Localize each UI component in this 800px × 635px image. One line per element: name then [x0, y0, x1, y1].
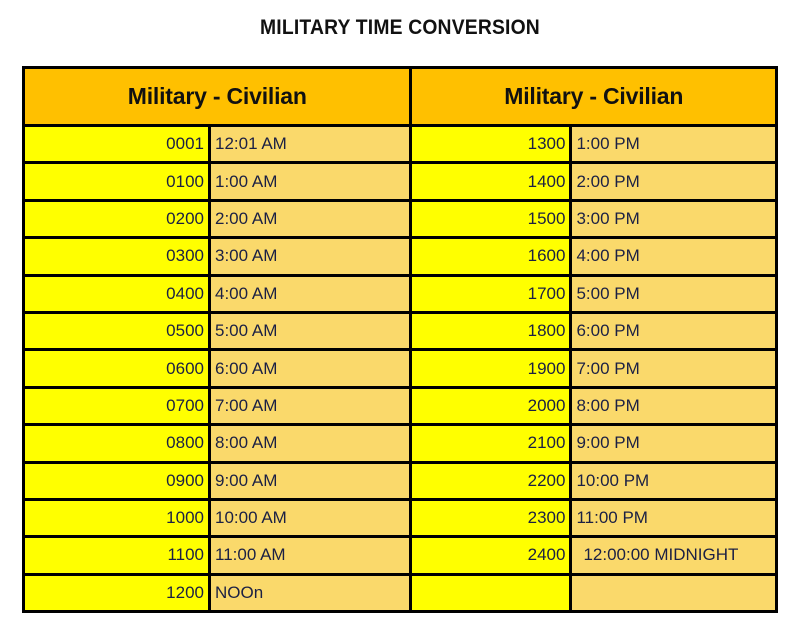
military-time-cell: 1200	[25, 575, 211, 611]
civilian-time-cell: 3:00 AM	[211, 239, 410, 274]
table-row: 2400 12:00:00 MIDNIGHT	[412, 538, 775, 576]
table-row: 1700 5:00 PM	[412, 276, 775, 314]
table-row: 2300 11:00 PM	[412, 500, 775, 539]
table-row: 0700 7:00 AM	[25, 388, 410, 427]
table-row: 0400 4:00 AM	[25, 276, 410, 314]
civilian-time-cell: 11:00 AM	[211, 538, 410, 573]
military-time-cell: 0500	[25, 313, 211, 349]
military-time-cell: 1400	[412, 164, 573, 199]
table-row: 1800 6:00 PM	[412, 313, 775, 352]
civilian-time-cell: 5:00 PM	[572, 276, 775, 311]
military-time-cell: 1600	[412, 239, 573, 274]
civilian-time-cell: 7:00 PM	[572, 351, 775, 386]
military-time-cell: 1300	[412, 127, 573, 162]
military-time-cell: 1700	[412, 276, 573, 311]
civilian-time-cell: 1:00 AM	[211, 164, 410, 199]
table-row: 0600 6:00 AM	[25, 351, 410, 389]
civilian-time-cell: 9:00 PM	[572, 426, 775, 461]
civilian-time-cell: 9:00 AM	[211, 463, 410, 498]
table-row: 1500 3:00 PM	[412, 201, 775, 240]
civilian-time-cell: 11:00 PM	[572, 500, 775, 536]
table-row: 1100 11:00 AM	[25, 538, 410, 576]
table-row: 0900 9:00 AM	[25, 463, 410, 501]
table-row: 1400 2:00 PM	[412, 164, 775, 202]
table-row: 0800 8:00 AM	[25, 426, 410, 464]
civilian-time-cell: 10:00 AM	[211, 500, 410, 536]
table-row: 0100 1:00 AM	[25, 164, 410, 202]
military-time-cell: 2000	[412, 388, 573, 424]
civilian-time-cell: 8:00 AM	[211, 426, 410, 461]
column-header-right: Military - Civilian	[412, 69, 775, 127]
table-half-left: Military - Civilian 0001 12:01 AM 0100 1…	[25, 69, 413, 611]
conversion-table: Military - Civilian 0001 12:01 AM 0100 1…	[22, 66, 778, 613]
civilian-time-cell: 6:00 PM	[572, 313, 775, 349]
civilian-time-cell: 12:00:00 MIDNIGHT	[572, 538, 775, 573]
military-time-cell: 2200	[412, 463, 573, 498]
military-time-cell: 1800	[412, 313, 573, 349]
civilian-time-cell: 3:00 PM	[572, 201, 775, 237]
page-title: MILITARY TIME CONVERSION	[260, 16, 540, 39]
military-time-cell: 1000	[25, 500, 211, 536]
military-time-cell	[412, 575, 573, 611]
table-row: 2000 8:00 PM	[412, 388, 775, 427]
civilian-time-cell: 5:00 AM	[211, 313, 410, 349]
column-header-left: Military - Civilian	[25, 69, 410, 127]
civilian-time-cell	[572, 575, 775, 611]
table-row: 2100 9:00 PM	[412, 426, 775, 464]
military-time-cell: 0300	[25, 239, 211, 274]
table-row: 0001 12:01 AM	[25, 127, 410, 165]
military-time-cell: 0900	[25, 463, 211, 498]
table-row: 1600 4:00 PM	[412, 239, 775, 277]
civilian-time-cell: 12:01 AM	[211, 127, 410, 162]
military-time-cell: 0600	[25, 351, 211, 386]
table-row: 1200 NOOn	[25, 575, 410, 611]
table-row-empty	[412, 575, 775, 611]
table-row: 1900 7:00 PM	[412, 351, 775, 389]
table-rows-right: 1300 1:00 PM 1400 2:00 PM 1500 3:00 PM 1…	[412, 127, 775, 611]
military-time-cell: 1100	[25, 538, 211, 573]
civilian-time-cell: 8:00 PM	[572, 388, 775, 424]
civilian-time-cell: 10:00 PM	[572, 463, 775, 498]
military-time-cell: 0800	[25, 426, 211, 461]
military-time-cell: 1900	[412, 351, 573, 386]
table-row: 0300 3:00 AM	[25, 239, 410, 277]
civilian-time-cell: 6:00 AM	[211, 351, 410, 386]
civilian-time-cell: 2:00 PM	[572, 164, 775, 199]
table-row: 0200 2:00 AM	[25, 201, 410, 240]
military-time-cell: 1500	[412, 201, 573, 237]
table-row: 1000 10:00 AM	[25, 500, 410, 539]
military-time-cell: 0100	[25, 164, 211, 199]
table-half-right: Military - Civilian 1300 1:00 PM 1400 2:…	[412, 69, 775, 611]
military-time-cell: 0400	[25, 276, 211, 311]
civilian-time-cell: 2:00 AM	[211, 201, 410, 237]
military-time-cell: 0001	[25, 127, 211, 162]
military-time-cell: 2300	[412, 500, 573, 536]
table-row: 2200 10:00 PM	[412, 463, 775, 501]
military-time-conversion-page: MILITARY TIME CONVERSION Military - Civi…	[0, 0, 800, 635]
table-rows-left: 0001 12:01 AM 0100 1:00 AM 0200 2:00 AM …	[25, 127, 410, 611]
civilian-time-cell: 4:00 AM	[211, 276, 410, 311]
military-time-cell: 0700	[25, 388, 211, 424]
table-row: 1300 1:00 PM	[412, 127, 775, 165]
table-row: 0500 5:00 AM	[25, 313, 410, 352]
civilian-time-cell: 7:00 AM	[211, 388, 410, 424]
civilian-time-cell: NOOn	[211, 575, 410, 611]
civilian-time-cell: 4:00 PM	[572, 239, 775, 274]
military-time-cell: 0200	[25, 201, 211, 237]
military-time-cell: 2100	[412, 426, 573, 461]
military-time-cell: 2400	[412, 538, 573, 573]
civilian-time-cell: 1:00 PM	[572, 127, 775, 162]
